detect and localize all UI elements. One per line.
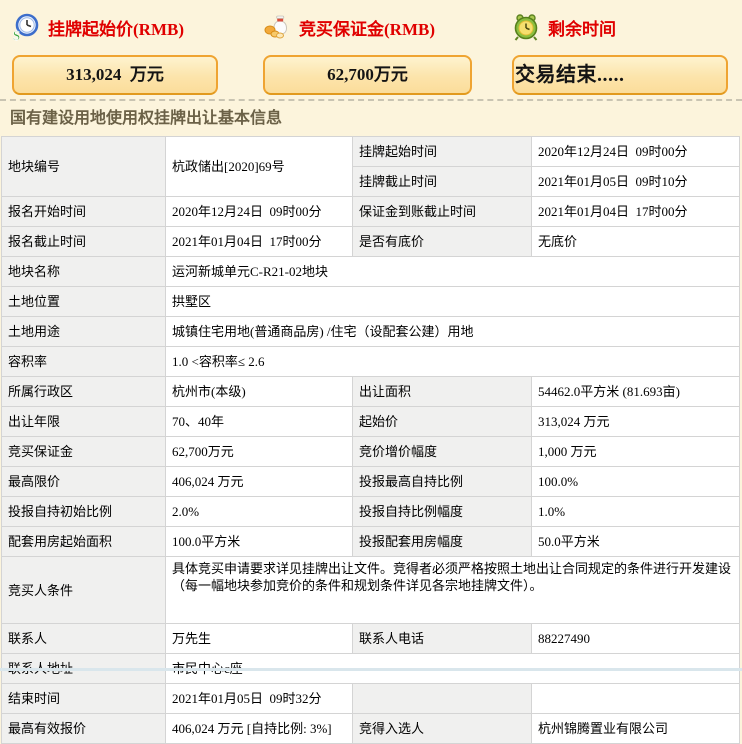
alarm-clock-icon: [512, 13, 540, 41]
field-label: 土地用途: [2, 317, 166, 347]
field-value: 100.0平方米: [166, 527, 353, 557]
field-value: 2020年12月24日 09时00分: [532, 137, 740, 167]
field-value: 2021年01月04日 17时00分: [532, 197, 740, 227]
field-value: 城镇住宅用地(普通商品房) /住宅（设配套公建）用地: [166, 317, 740, 347]
field-label: 出让年限: [2, 407, 166, 437]
field-value: 54462.0平方米 (81.693亩): [532, 377, 740, 407]
field-label: 土地位置: [2, 287, 166, 317]
field-value: 62,700万元: [166, 437, 353, 467]
field-label: 最高限价: [2, 467, 166, 497]
field-label: 联系人: [2, 624, 166, 654]
section-title: 国有建设用地使用权挂牌出让基本信息: [0, 101, 742, 136]
field-value: 具体竞买申请要求详见挂牌出让文件。竞得者必须严格按照土地出让合同规定的条件进行开…: [166, 557, 740, 624]
field-value: 杭政储出[2020]69号: [166, 137, 353, 197]
field-value: 406,024 万元 [自持比例: 3%]: [166, 714, 353, 744]
field-label: 报名开始时间: [2, 197, 166, 227]
field-value: 2021年01月05日 09时32分: [166, 684, 353, 714]
field-label: 起始价: [353, 407, 532, 437]
clock-money-icon: $: [12, 13, 40, 41]
field-label: 竞价增价幅度: [353, 437, 532, 467]
field-value: 2.0%: [166, 497, 353, 527]
field-label: 投报配套用房幅度: [353, 527, 532, 557]
field-value: 1,000 万元: [532, 437, 740, 467]
field-value: 100.0%: [532, 467, 740, 497]
field-value: [532, 684, 740, 714]
field-label: 出让面积: [353, 377, 532, 407]
field-label: 最高有效报价: [2, 714, 166, 744]
field-value: 拱墅区: [166, 287, 740, 317]
field-value: 2021年01月05日 09时10分: [532, 167, 740, 197]
field-value: 1.0%: [532, 497, 740, 527]
bid-deposit-label: 竞买保证金(RMB): [299, 15, 435, 40]
field-label: 投报自持比例幅度: [353, 497, 532, 527]
remaining-time-value: 交易结束.....: [512, 55, 728, 95]
summary-header: $ 挂牌起始价(RMB) 313,024 万元 竞买保证金(RMB) 62,70…: [0, 0, 742, 101]
field-label: 所属行政区: [2, 377, 166, 407]
field-value: 2021年01月04日 17时00分: [166, 227, 353, 257]
field-label: 地块名称: [2, 257, 166, 287]
listing-start-price-label: 挂牌起始价(RMB): [48, 15, 184, 40]
field-label: 竞买保证金: [2, 437, 166, 467]
listing-start-price-value: 313,024 万元: [12, 55, 218, 95]
field-value: 406,024 万元: [166, 467, 353, 497]
field-label: 竞买人条件: [2, 557, 166, 624]
field-value: 313,024 万元: [532, 407, 740, 437]
field-label: 保证金到账截止时间: [353, 197, 532, 227]
field-value: 万先生: [166, 624, 353, 654]
field-label: 报名截止时间: [2, 227, 166, 257]
money-bag-icon: [263, 13, 291, 41]
field-label: 容积率: [2, 347, 166, 377]
bid-deposit-value: 62,700万元: [263, 55, 472, 95]
info-table-body: 地块编号杭政储出[2020]69号挂牌起始时间2020年12月24日 09时00…: [2, 137, 740, 744]
remaining-time-card: 剩余时间 交易结束.....: [512, 12, 728, 95]
field-label: 地块编号: [2, 137, 166, 197]
field-label: 竞得入选人: [353, 714, 532, 744]
field-label: 结束时间: [2, 684, 166, 714]
svg-text:$: $: [13, 29, 20, 41]
field-label: 是否有底价: [353, 227, 532, 257]
field-label: 投报最高自持比例: [353, 467, 532, 497]
listing-start-price-card: $ 挂牌起始价(RMB) 313,024 万元: [12, 12, 218, 95]
field-value: 70、40年: [166, 407, 353, 437]
field-value: 50.0平方米: [532, 527, 740, 557]
field-value: 1.0 <容积率≤ 2.6: [166, 347, 740, 377]
field-label: 投报自持初始比例: [2, 497, 166, 527]
field-value: 杭州锦腾置业有限公司: [532, 714, 740, 744]
remaining-time-label: 剩余时间: [548, 15, 616, 40]
land-info-table: 地块编号杭政储出[2020]69号挂牌起始时间2020年12月24日 09时00…: [1, 136, 740, 744]
field-value: 运河新城单元C-R21-02地块: [166, 257, 740, 287]
bid-deposit-card: 竞买保证金(RMB) 62,700万元: [263, 12, 472, 95]
field-label: 挂牌截止时间: [353, 167, 532, 197]
field-label: [353, 684, 532, 714]
field-label: 挂牌起始时间: [353, 137, 532, 167]
field-value: 88227490: [532, 624, 740, 654]
field-value: 杭州市(本级): [166, 377, 353, 407]
field-value: 2020年12月24日 09时00分: [166, 197, 353, 227]
field-label: 联系人电话: [353, 624, 532, 654]
field-label: 配套用房起始面积: [2, 527, 166, 557]
field-value: 无底价: [532, 227, 740, 257]
